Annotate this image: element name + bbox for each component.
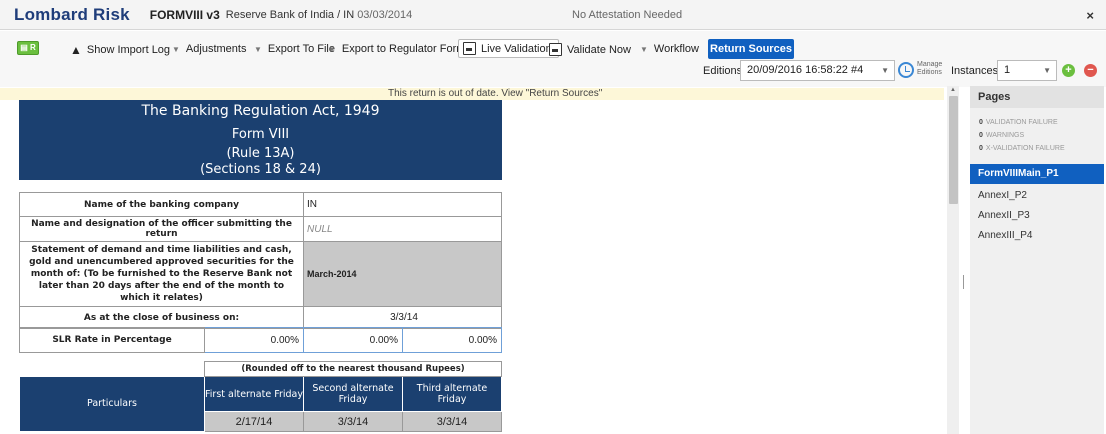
remove-icon[interactable]: − <box>1084 64 1097 77</box>
close-of-business-value[interactable]: 3/3/14 <box>303 306 502 329</box>
live-validation-label: Live Validation <box>481 42 552 55</box>
table-row: Name and designation of the officer subm… <box>19 216 502 242</box>
warning-icon: ▲ <box>70 43 82 57</box>
info-table: Name of the banking company IN Name and … <box>19 192 502 329</box>
statement-label: Statement of demand and time liabilities… <box>19 241 304 307</box>
page-item-annexi-p2[interactable]: AnnexI_P2 <box>970 186 1104 206</box>
bank-name-label: Name of the banking company <box>19 192 304 217</box>
instances-label: Instances <box>951 65 999 77</box>
show-import-log-button[interactable]: ▲ Show Import Log <box>70 43 170 57</box>
page-item-formviiimain-p1[interactable]: FormVIIIMain_P1 <box>970 164 1104 184</box>
pages-panel: Pages 0 VALIDATION FAILURE 0 WARNINGS 0 X-V… <box>970 86 1104 434</box>
show-import-log-label: Show Import Log <box>86 44 171 56</box>
export-to-file-label: Export To File <box>267 43 335 55</box>
close-icon[interactable]: × <box>1086 8 1094 23</box>
slr-table: SLR Rate in Percentage 0.00% 0.00% 0.00% <box>19 327 502 353</box>
status-badge[interactable]: ▤ R <box>17 41 39 55</box>
caret-down-icon: ▼ <box>1043 66 1051 75</box>
stat-label: VALIDATION FAILURE <box>985 119 1058 126</box>
statement-value[interactable]: March-2014 <box>303 241 502 307</box>
document-icon <box>463 42 476 55</box>
export-regulator-menu[interactable]: ▼ Export to Regulator Format <box>328 43 475 55</box>
stat-label: X-VALIDATION FAILURE <box>985 145 1065 152</box>
caret-down-icon: ▼ <box>328 44 336 54</box>
document-icon <box>549 43 562 56</box>
stat-count: 0 <box>979 119 983 126</box>
x-validation-failure-stat[interactable]: 0 X-VALIDATION FAILURE <box>979 145 1065 152</box>
col-third-friday: Third alternate Friday <box>402 376 502 412</box>
add-icon[interactable]: + <box>1062 64 1075 77</box>
editions-label: Editions <box>703 65 743 77</box>
live-validation-button[interactable]: Live Validation <box>458 39 559 58</box>
clock-icon[interactable] <box>898 62 914 78</box>
table-row: Statement of demand and time liabilities… <box>19 241 502 307</box>
attestation-status: No Attestation Needed <box>572 9 683 21</box>
caret-down-icon: ▼ <box>172 44 180 54</box>
out-of-date-notice[interactable]: This return is out of date. View "Return… <box>0 88 944 100</box>
editions-select[interactable]: 20/09/2016 16:58:22 #4 ▼ <box>740 60 895 81</box>
col-first-friday: First alternate Friday <box>204 376 304 412</box>
slr-value-1[interactable]: 0.00% <box>204 327 304 353</box>
workflow-menu[interactable]: ▼ Workflow <box>640 43 699 55</box>
scroll-up-icon[interactable]: ▲ <box>950 87 956 93</box>
warnings-stat[interactable]: 0 WARNINGS <box>979 132 1024 139</box>
officer-label: Name and designation of the officer subm… <box>19 216 304 242</box>
export-regulator-label: Export to Regulator Format <box>341 43 475 55</box>
table-row: (Rounded off to the nearest thousand Rup… <box>20 361 502 377</box>
stat-count: 0 <box>979 132 983 139</box>
return-sources-button[interactable]: Return Sources <box>708 39 794 59</box>
form-area: The Banking Regulation Act, 1949 Form VI… <box>0 100 944 434</box>
toolbar: ▤ R ▲ Show Import Log ▼ Adjustments ▼ Ex… <box>0 31 1106 87</box>
slr-value-3[interactable]: 0.00% <box>402 327 502 353</box>
panel-splitter[interactable] <box>963 275 965 289</box>
export-to-file-menu[interactable]: ▼ Export To File <box>254 43 335 55</box>
table-row: As at the close of business on: 3/3/14 <box>19 306 502 329</box>
vertical-scrollbar[interactable]: ▲ <box>947 86 959 434</box>
page-item-annexii-p3[interactable]: AnnexII_P3 <box>970 206 1104 226</box>
form-date: 03/03/2014 <box>357 8 413 21</box>
form-code: FORMVIII v3 <box>149 7 220 22</box>
table-row: SLR Rate in Percentage 0.00% 0.00% 0.00% <box>19 327 502 353</box>
validation-failure-stat[interactable]: 0 VALIDATION FAILURE <box>979 119 1058 126</box>
stat-count: 0 <box>979 145 983 152</box>
date-third-friday[interactable]: 3/3/14 <box>402 411 502 432</box>
table-row: Name of the banking company IN <box>19 192 502 217</box>
adjustments-menu[interactable]: ▼ Adjustments <box>172 43 246 55</box>
particulars-table: (Rounded off to the nearest thousand Rup… <box>19 361 502 432</box>
col-second-friday: Second alternate Friday <box>303 376 403 412</box>
slr-rate-label: SLR Rate in Percentage <box>19 327 205 353</box>
instances-select[interactable]: 1 ▼ <box>997 60 1057 81</box>
validate-now-button[interactable]: Validate Now <box>549 43 631 56</box>
form-header-form: Form VIII <box>231 127 290 142</box>
manage-editions-link[interactable]: Manage Editions <box>917 61 947 77</box>
bank-name-value[interactable]: IN <box>303 192 502 217</box>
caret-down-icon: ▼ <box>254 44 262 54</box>
validate-now-label: Validate Now <box>567 43 631 56</box>
date-second-friday[interactable]: 3/3/14 <box>303 411 403 432</box>
brand-logo: Lombard Risk <box>14 4 130 24</box>
stat-label: WARNINGS <box>985 132 1025 139</box>
pages-title: Pages <box>970 86 1104 108</box>
instances-value: 1 <box>1004 64 1011 76</box>
close-of-business-label: As at the close of business on: <box>19 306 304 329</box>
editions-value: 20/09/2016 16:58:22 #4 <box>747 64 864 76</box>
form-header-sections: (Sections 18 & 24) <box>200 162 321 177</box>
page-item-annexiii-p4[interactable]: AnnexIII_P4 <box>970 226 1104 246</box>
table-row: Particulars First alternate Friday Secon… <box>19 376 502 432</box>
caret-down-icon: ▼ <box>640 44 648 54</box>
rounded-note: (Rounded off to the nearest thousand Rup… <box>204 361 502 377</box>
particulars-header: Particulars <box>19 376 205 432</box>
officer-value[interactable]: NULL <box>303 216 502 242</box>
form-header-rule: (Rule 13A) <box>226 146 295 161</box>
form-header-act: The Banking Regulation Act, 1949 <box>141 103 380 119</box>
form-header: The Banking Regulation Act, 1949 Form VI… <box>19 100 502 180</box>
date-first-friday[interactable]: 2/17/14 <box>204 411 304 432</box>
caret-down-icon: ▼ <box>881 66 889 75</box>
slr-value-2[interactable]: 0.00% <box>303 327 403 353</box>
form-description: Reserve Bank of India / IN <box>225 8 355 21</box>
title-bar: Lombard Risk FORMVIII v3 Reserve Bank of… <box>0 0 1106 30</box>
workflow-label: Workflow <box>653 43 699 55</box>
adjustments-label: Adjustments <box>185 43 247 55</box>
scrollbar-thumb[interactable] <box>949 96 958 204</box>
